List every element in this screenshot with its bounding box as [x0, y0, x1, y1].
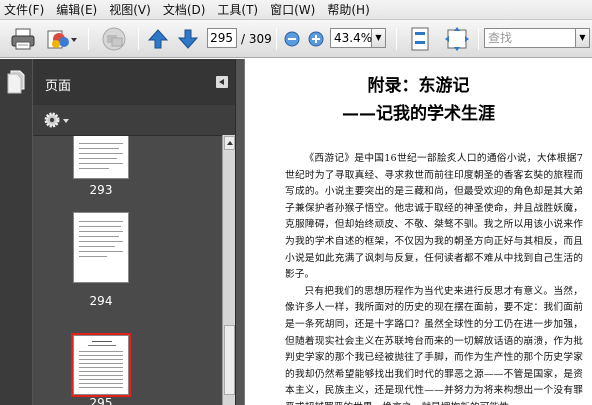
gear-icon — [44, 112, 69, 128]
fit-page-icon[interactable] — [406, 20, 434, 58]
thumbnails-list: 293 294 295 — [33, 135, 222, 405]
page-thumbnail-294[interactable] — [73, 212, 129, 283]
page-total: / 309 — [241, 32, 272, 46]
collaborate-icon[interactable] — [96, 20, 132, 58]
document-title: 附录：东游记 — [367, 76, 470, 96]
menu-bar: 文件(F) 编辑(E) 视图(V) 文档(D) 工具(T) 窗口(W) 帮助(H… — [0, 0, 592, 20]
fit-window-icon[interactable] — [442, 20, 472, 58]
collapse-panel-icon[interactable] — [216, 76, 228, 88]
zoom-dropdown-icon[interactable]: ▼ — [372, 28, 386, 48]
toolbar-separator — [88, 28, 89, 50]
next-page-icon[interactable] — [176, 20, 200, 58]
panel-splitter[interactable] — [235, 59, 245, 405]
scrollbar-thumb[interactable] — [224, 325, 235, 395]
scroll-up-icon[interactable] — [224, 136, 235, 150]
pages-panel-icon[interactable] — [6, 69, 26, 98]
search-dropdown-icon[interactable]: ▼ — [576, 28, 590, 48]
menu-edit[interactable]: 编辑(E) — [52, 0, 105, 20]
document-view[interactable]: 附录：东游记 ——记我的学术生涯 《西游记》是中国16世纪一部脍炙人口的通俗小说… — [245, 59, 592, 405]
menu-file[interactable]: 文件(F) — [0, 0, 52, 20]
navigation-strip — [0, 59, 32, 405]
toolbar: 295 / 309 43.4% ▼ 查找 ▼ — [0, 20, 592, 58]
prev-page-icon[interactable] — [146, 20, 170, 58]
print-icon[interactable] — [8, 20, 38, 58]
document-paragraph: 《西游记》是中国16世纪一部脍炙人口的通俗小说，大体根据7世纪时为了寻取真经、寻… — [285, 153, 583, 281]
pages-panel-header: 页面 — [33, 59, 236, 105]
menu-help[interactable]: 帮助(H) — [323, 0, 377, 20]
pages-panel: 页面 293 294 295 — [32, 59, 236, 405]
options-menu-button[interactable] — [43, 110, 71, 130]
paint-icon[interactable] — [44, 20, 80, 58]
zoom-input[interactable]: 43.4% — [330, 28, 372, 48]
thumbnail-label-293: 293 — [89, 183, 113, 197]
menu-window[interactable]: 窗口(W) — [266, 0, 323, 20]
toolbar-separator — [138, 28, 139, 50]
document-body: 《西游记》是中国16世纪一部脍炙人口的通俗小说，大体根据7世纪时为了寻取真经、寻… — [285, 151, 583, 405]
thumbnail-label-295: 295 — [89, 396, 113, 405]
search-input[interactable]: 查找 — [484, 28, 576, 48]
zoom-in-icon[interactable] — [307, 20, 325, 58]
pages-panel-title: 页面 — [45, 79, 72, 94]
menu-document[interactable]: 文档(D) — [159, 0, 214, 20]
document-paragraph: 只有把我们的思想历程作为当代史来进行反思才有意义。当然，像许多人一样，我所面对的… — [285, 285, 583, 405]
zoom-out-icon[interactable] — [283, 20, 301, 58]
toolbar-separator — [276, 28, 277, 50]
document-subtitle: ——记我的学术生涯 — [342, 104, 495, 124]
toolbar-separator — [478, 28, 479, 50]
toolbar-separator — [396, 28, 397, 50]
thumbnails-scrollbar[interactable] — [222, 135, 236, 405]
menu-tools[interactable]: 工具(T) — [213, 0, 266, 20]
page-thumbnail-295[interactable] — [71, 333, 131, 397]
thumbnail-label-294: 294 — [89, 294, 113, 308]
page-number-input[interactable]: 295 — [207, 28, 237, 48]
page-thumbnail-293[interactable] — [73, 136, 129, 179]
menu-view[interactable]: 视图(V) — [105, 0, 159, 20]
